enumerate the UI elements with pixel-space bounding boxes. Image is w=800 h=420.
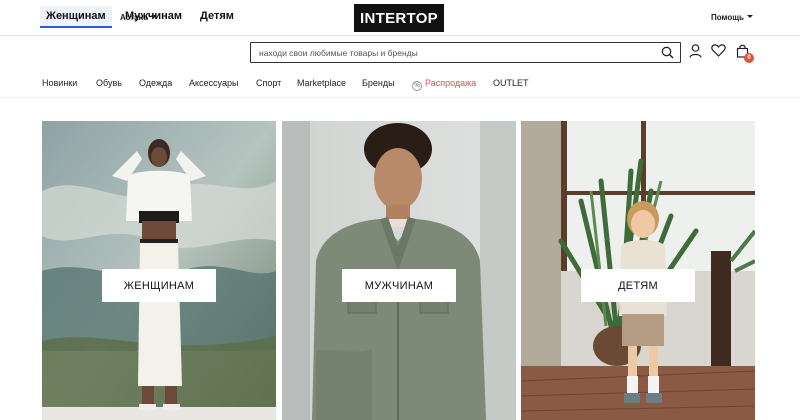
tile-men[interactable]: МУЖЧИНАМ [282,121,516,420]
tab-women[interactable]: Женщинам [40,6,112,28]
search-icon[interactable] [661,46,674,59]
chevron-down-icon [746,15,753,18]
tile-kids-label[interactable]: ДЕТЯМ [581,269,695,302]
tab-kids[interactable]: Детям [200,10,234,22]
nav-new[interactable]: Новинки [42,78,77,88]
nav-sport[interactable]: Спорт [256,78,281,88]
tile-kids[interactable]: ДЕТЯМ [521,121,755,420]
nav-shoes[interactable]: Обувь [96,78,122,88]
tile-women[interactable]: ЖЕНЩИНАМ [42,121,276,420]
cart-count-badge: 0 [744,53,754,63]
nav-brands[interactable]: Бренды [362,78,395,88]
nav-sale-label: Распродажа [425,78,477,88]
nav-marketplace[interactable]: Marketplace [297,78,346,88]
nav-clothing[interactable]: Одежда [139,78,172,88]
help-label: Помощь [711,13,744,22]
user-icon[interactable] [689,44,702,58]
top-bar: RU Астана INTERTOP Помощь [0,0,800,36]
nav-sale[interactable]: % Распродажа [412,78,476,91]
help-menu[interactable]: Помощь [711,13,753,22]
tab-men[interactable]: Мужчинам [125,10,182,22]
search-input[interactable] [259,46,649,60]
nav-outlet[interactable]: OUTLET [493,78,529,88]
sale-icon: % [412,81,422,91]
tile-women-label[interactable]: ЖЕНЩИНАМ [102,269,216,302]
logo[interactable]: INTERTOP [354,4,444,32]
heart-icon[interactable] [711,44,726,57]
nav-accessories[interactable]: Аксессуары [189,78,238,88]
tile-men-label[interactable]: МУЖЧИНАМ [342,269,456,302]
search-box [250,42,681,63]
